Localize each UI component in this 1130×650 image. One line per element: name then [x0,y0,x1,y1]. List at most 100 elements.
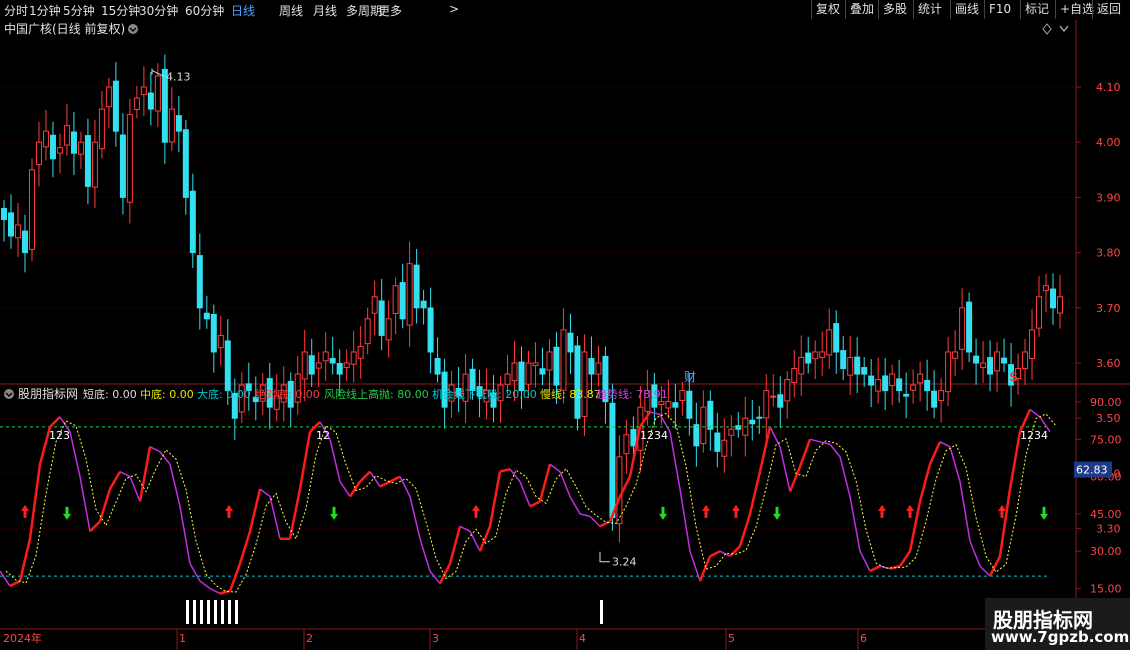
toolbar-button-5[interactable]: F10 [984,0,1020,19]
candle-body [840,350,847,370]
candle-body [812,351,819,360]
candle-body [595,362,602,375]
candle-body [777,394,784,408]
candle-body [686,390,693,419]
candle-body [672,402,679,408]
candle-body [861,367,868,375]
toolbar-button-8[interactable]: 返回 [1092,0,1130,19]
candle-body [1050,288,1057,309]
candle-body [924,379,931,392]
candle-body [315,362,322,369]
candle-body [308,355,315,375]
candle-body [763,390,770,419]
signal-bar [186,600,189,624]
toolbar-button-3[interactable]: 统计 [913,0,950,19]
indicator-name: 股朋指标网 [18,386,78,401]
price-tick-label: 3.30 [1096,523,1121,536]
current-value: 62.83 [1076,464,1108,477]
candle-body [714,432,721,452]
legend-item: 风险线上高抛: 80.00 [324,387,429,401]
period-8[interactable]: 月线 [313,2,337,19]
candle-body [875,379,882,392]
chart-area: 中国广核(日线 前复权) 4.10 4.00 3.90 3.80 3.70 3.60 3.50… [0,20,1130,650]
signal-bar [228,600,231,624]
candle-body [525,362,532,385]
candle-body [343,362,350,368]
x-axis-label: 2024年 [3,631,42,645]
candle-body [756,416,763,419]
candle-body [420,300,427,309]
low-label: 3.24 [612,556,637,569]
candle-body [63,125,70,146]
candle-body [14,224,21,239]
candle-body [693,424,700,447]
period-3[interactable]: 15分钟 [101,2,140,19]
candle-body [679,390,686,402]
toolbar-button-4[interactable]: 画线 [950,0,984,19]
candle-body [917,373,924,384]
period-7[interactable]: 周线 [279,2,303,19]
candle-body [896,378,903,392]
period-9[interactable]: 多周期 [346,2,382,19]
period-0[interactable]: 分时 [4,2,28,19]
legend-item: 趋势线: 78.91 [596,387,668,401]
candle-body [378,300,385,336]
candle-body [518,361,525,392]
candle-body [952,351,959,359]
toolbar-button-6[interactable]: 标记 [1020,0,1055,19]
signal-bar [193,600,196,624]
toolbar-button-2[interactable]: 多股 [878,0,913,19]
candle-body [1036,296,1043,329]
candle-body [994,351,1001,372]
candle-body [868,375,875,386]
s-marker[interactable]: $ [1009,370,1018,385]
chart-title: 中国广核(日线 前复权) [4,21,125,36]
candle-body [371,296,378,314]
signal-label: 12 [316,429,330,442]
candle-body [903,393,910,397]
candle-body [546,351,553,371]
candle-body [329,357,336,364]
candle-body [210,313,217,353]
candle-body [168,108,175,143]
candle-body [658,401,665,405]
period-5[interactable]: 60分钟 [185,2,224,19]
candle-body [1043,285,1050,292]
candle-body [938,390,945,402]
price-tick-label: 3.60 [1096,357,1121,370]
candle-body [623,434,630,455]
candle-body [427,307,434,353]
signal-bar [214,600,217,624]
x-axis-label: 4 [579,632,586,645]
candle-body [301,351,308,380]
period-4[interactable]: 30分钟 [139,2,178,19]
candle-body [91,141,98,188]
finance-marker[interactable]: 财 [684,370,696,384]
candle-body [77,141,84,155]
candle-body [665,401,672,409]
candle-body [364,318,371,345]
toolbar-button-1[interactable]: 叠加 [845,0,878,19]
period-2[interactable]: 5分钟 [63,2,95,19]
legend-item: 大底: 0.00 [197,387,251,401]
period-10[interactable]: 更多 [378,2,402,19]
candle-body [1029,329,1036,360]
candle-body [770,395,777,398]
candle-body [889,373,896,387]
indicator-tick-label: 90.00 [1090,396,1122,409]
candle-body [56,147,63,154]
title-dropdown-icon[interactable] [128,24,138,34]
candle-body [959,307,966,350]
legend-item: 绝对底: 0.00 [255,387,320,401]
indicator-dropdown-icon[interactable] [4,389,14,399]
toolbar-button-7[interactable]: +自选 [1055,0,1094,19]
signal-label: 123 [49,429,70,442]
x-axis-label: 3 [432,632,439,645]
toolbar-button-0[interactable]: 复权 [811,0,845,19]
more-arrow-icon[interactable]: > [449,2,459,16]
candle-body [21,230,28,254]
period-6[interactable]: 日线 [231,2,255,19]
candle-body [112,80,119,132]
period-1[interactable]: 1分钟 [29,2,61,19]
candle-body [154,75,161,112]
